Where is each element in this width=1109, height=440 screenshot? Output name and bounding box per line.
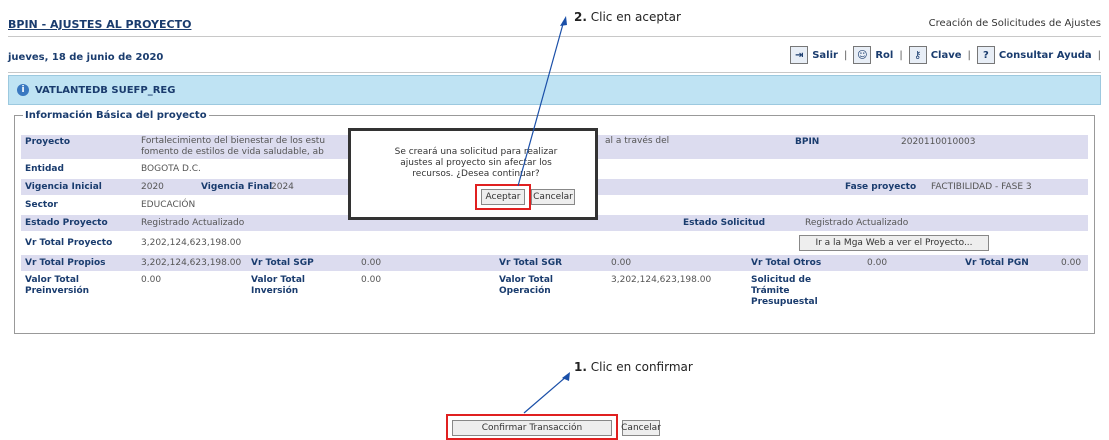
section-legend: Información Básica del proyecto <box>25 110 207 121</box>
consultar-ayuda-link[interactable]: ? Consultar Ayuda <box>976 46 1092 64</box>
accept-highlight-box <box>475 184 531 210</box>
divider <box>8 72 1101 73</box>
fase-value: FACTIBILIDAD - FASE 3 <box>931 182 1032 192</box>
separator: | <box>967 49 971 61</box>
step2-annotation: 2. Clic en aceptar <box>574 10 681 24</box>
user-bar: i VATLANTEDB SUEFP_REG <box>8 75 1101 105</box>
estado-proyecto-label: Estado Proyecto <box>25 218 108 228</box>
inversion-label-line1: Valor Total <box>251 275 305 285</box>
user-icon: ☺ <box>853 46 872 64</box>
inversion-label-line2: Inversión <box>251 286 299 296</box>
bpin-value: 2020110010003 <box>901 137 976 147</box>
clave-link[interactable]: ⚷ Clave <box>908 46 962 64</box>
vigencia-inicial-value: 2020 <box>141 182 164 192</box>
toolbar: ⇥ Salir | ☺ Rol | ⚷ Clave | ? Consultar Ayud… <box>790 46 1101 64</box>
fase-label: Fase proyecto <box>845 182 917 192</box>
estado-solicitud-label: Estado Solicitud <box>683 218 766 228</box>
entidad-label: Entidad <box>25 164 64 174</box>
bpin-label: BPIN <box>795 137 820 147</box>
arrowhead-icon <box>560 16 567 26</box>
arrow-to-confirm <box>523 375 568 414</box>
user-name: VATLANTEDB SUEFP_REG <box>35 84 176 96</box>
confirm-dialog: Se creará una solicitud para realizar aj… <box>348 128 598 220</box>
help-icon: ? <box>976 46 995 64</box>
salir-link[interactable]: ⇥ Salir <box>790 46 838 64</box>
tramite-label-line1: Solicitud de <box>751 275 812 285</box>
sector-value: EDUCACIÓN <box>141 200 196 210</box>
proyecto-value-line1: Fortalecimiento del bienestar de los est… <box>141 136 326 146</box>
separator: | <box>1097 49 1101 61</box>
entidad-value: BOGOTA D.C. <box>141 164 201 174</box>
vr-propios-label: Vr Total Propios <box>25 258 106 268</box>
vr-sgp-value: 0.00 <box>361 258 382 268</box>
vr-total-proyecto-value: 3,202,124,623,198.00 <box>141 238 242 248</box>
vr-sgp-label: Vr Total SGP <box>251 258 314 268</box>
vr-pgn-label: Vr Total PGN <box>965 258 1029 268</box>
dialog-line-3: recursos. ¿Desea continuar? <box>412 169 540 179</box>
preinversion-value: 0.00 <box>141 275 162 285</box>
separator: | <box>899 49 903 61</box>
page-subtitle: Creación de Solicitudes de Ajustes <box>928 18 1101 29</box>
row-valores-totales: Valor Total Preinversión 0.00 Valor Tota… <box>21 273 1088 323</box>
sector-label: Sector <box>25 200 58 210</box>
step2-text: Clic en aceptar <box>590 10 681 24</box>
step1-annotation: 1. Clic en confirmar <box>574 360 693 374</box>
row-vr-totales: Vr Total Propios 3,202,124,623,198.00 Vr… <box>21 255 1088 271</box>
separator: | <box>843 49 848 61</box>
dialog-line-1: Se creará una solicitud para realizar <box>394 147 558 157</box>
preinversion-label-line2: Preinversión <box>25 286 90 296</box>
step1-text: Clic en confirmar <box>590 360 693 374</box>
operacion-label-line2: Operación <box>499 286 551 296</box>
page-title: BPIN - AJUSTES AL PROYECTO <box>8 18 192 31</box>
proyecto-label: Proyecto <box>25 137 71 147</box>
current-date: jueves, 18 de junio de 2020 <box>8 52 164 63</box>
operacion-value: 3,202,124,623,198.00 <box>611 275 712 285</box>
dialog-line-2: ajustes al proyecto sin afectar los <box>400 158 552 168</box>
step1-number: 1. <box>574 360 587 374</box>
clave-label: Clave <box>930 49 962 61</box>
ayuda-label: Consultar Ayuda <box>998 49 1092 61</box>
tramite-label-line3: Presupuestal <box>751 297 818 307</box>
rol-link[interactable]: ☺ Rol <box>853 46 893 64</box>
arrowhead-icon <box>562 372 570 381</box>
estado-solicitud-value: Registrado Actualizado <box>805 218 909 228</box>
exit-icon: ⇥ <box>790 46 809 64</box>
vr-propios-value: 3,202,124,623,198.00 <box>141 258 242 268</box>
inversion-value: 0.00 <box>361 275 382 285</box>
vr-total-proyecto-label: Vr Total Proyecto <box>25 238 113 248</box>
proyecto-value-line2: fomento de estilos de vida saludable, ab <box>141 147 324 157</box>
vr-pgn-value: 0.00 <box>1061 258 1082 268</box>
salir-label: Salir <box>812 49 838 61</box>
vr-otros-value: 0.00 <box>867 258 888 268</box>
operacion-label-line1: Valor Total <box>499 275 553 285</box>
mga-web-button[interactable]: Ir a la Mga Web a ver el Proyecto... <box>799 235 989 251</box>
vr-sgr-value: 0.00 <box>611 258 632 268</box>
footer-cancel-button[interactable]: Cancelar <box>621 420 661 436</box>
step2-number: 2. <box>574 10 587 24</box>
row-vr-total-proyecto: Vr Total Proyecto 3,202,124,623,198.00 I… <box>21 233 1088 253</box>
info-icon: i <box>17 84 29 96</box>
vr-otros-label: Vr Total Otros <box>751 258 822 268</box>
vigencia-final-label: Vigencia Final <box>201 182 273 192</box>
vigencia-final-value: 2024 <box>271 182 294 192</box>
confirm-highlight-box <box>446 414 618 440</box>
divider <box>8 36 1101 37</box>
dialog-cancel-button[interactable]: Cancelar <box>531 189 575 205</box>
dialog-message: Se creará una solicitud para realizar aj… <box>373 147 579 180</box>
preinversion-label-line1: Valor Total <box>25 275 79 285</box>
vr-sgr-label: Vr Total SGR <box>499 258 563 268</box>
tramite-label-line2: Trámite <box>751 286 790 296</box>
key-icon: ⚷ <box>908 46 927 64</box>
rol-label: Rol <box>875 49 894 61</box>
vigencia-inicial-label: Vigencia Inicial <box>25 182 102 192</box>
proyecto-value-tail: al a través del <box>605 136 670 146</box>
estado-proyecto-value: Registrado Actualizado <box>141 218 245 228</box>
